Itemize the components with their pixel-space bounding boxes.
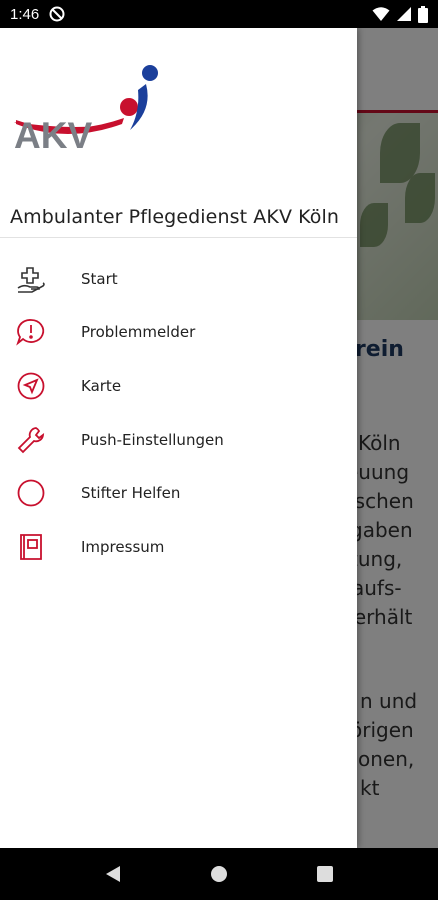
alert-bubble-icon [16, 317, 46, 347]
status-bar: 1:46 [0, 0, 438, 28]
book-icon [16, 532, 46, 562]
menu-item-start[interactable]: Start [0, 252, 357, 306]
menu-item-label: Karte [81, 376, 122, 395]
menu-item-problemmelder[interactable]: Problemmelder [0, 306, 357, 360]
recents-icon[interactable] [305, 854, 345, 894]
caring-hand-icon [16, 264, 46, 294]
navigation-drawer: AKV Ambulanter Pflegedienst AKV Köln Sta… [0, 28, 357, 848]
do-not-disturb-icon [49, 6, 65, 22]
status-time: 1:46 [10, 5, 40, 23]
menu-item-label: Start [81, 269, 118, 288]
menu-item-stifter-helfen[interactable]: Stifter Helfen [0, 466, 357, 520]
drawer-menu: Start Problemmelder Karte Push-Einstellu… [0, 238, 357, 574]
home-icon[interactable] [199, 854, 239, 894]
navigation-icon [16, 371, 46, 401]
logo-text: AKV [14, 115, 92, 152]
system-nav-bar [0, 848, 438, 900]
wrench-icon [16, 425, 46, 455]
menu-item-label: Push-Einstellungen [81, 430, 224, 449]
wifi-icon [372, 7, 390, 21]
menu-item-label: Stifter Helfen [81, 484, 181, 503]
akv-logo: AKV [14, 65, 158, 152]
menu-item-label: Impressum [81, 537, 165, 556]
menu-item-impressum[interactable]: Impressum [0, 520, 357, 574]
back-icon[interactable] [93, 854, 133, 894]
circle-icon [16, 478, 46, 508]
menu-item-karte[interactable]: Karte [0, 359, 357, 413]
drawer-title: Ambulanter Pflegedienst AKV Köln [10, 206, 340, 228]
battery-icon [418, 5, 428, 23]
drawer-header: AKV Ambulanter Pflegedienst AKV Köln [0, 28, 357, 238]
menu-item-label: Problemmelder [81, 323, 196, 342]
menu-item-push-einstellungen[interactable]: Push-Einstellungen [0, 413, 357, 467]
signal-icon [397, 7, 411, 21]
